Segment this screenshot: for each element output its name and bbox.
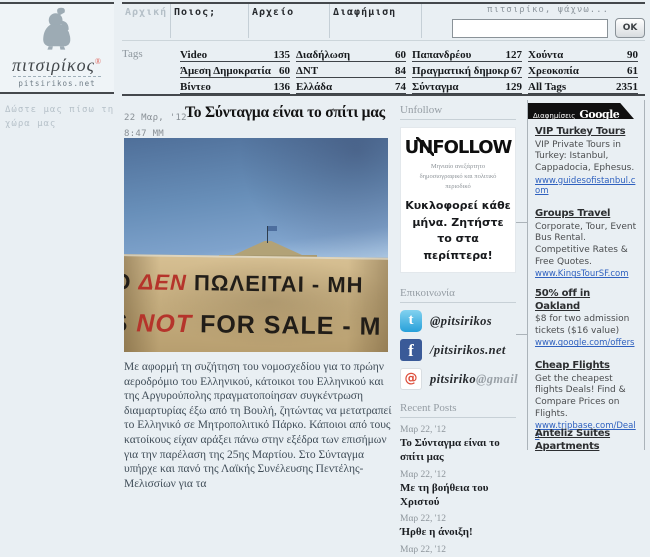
tag-greece[interactable]: Ελλάδα 74: [296, 79, 406, 94]
banner-line-greek: Ο ΔΕΝ ΠΩΛΕΙΤΑΙ - ΜΗ: [124, 268, 364, 298]
tag-protest[interactable]: Διαδήλωση 60: [296, 47, 406, 62]
recent-post-item: Μαρ 22, '12: [400, 545, 516, 555]
search-area: πιτσιρίκο, ψάχνω... OK: [452, 5, 645, 38]
unfollow-heading: Unfollow: [400, 104, 516, 120]
nav-item-archive[interactable]: Αρχείο: [249, 4, 330, 38]
post-date: 22 Μαρ, '12: [124, 113, 187, 123]
twitter-handle: @pitsirikos: [430, 313, 493, 328]
tag-imf[interactable]: ΔΝΤ 84: [296, 63, 406, 78]
unfollow-magazine-ad[interactable]: UNFOLLOW Μηνιαίο ανεξάρτητο δημοσιογραφι…: [400, 127, 516, 274]
tag-cloud: Tags Video 135 Άμεση Δημοκρατία 60 Βίντεο 1…: [122, 47, 645, 95]
tag-syntagma[interactable]: Σύνταγμα 129: [412, 79, 522, 94]
tag-direct-democracy[interactable]: Άμεση Δημοκρατία 60: [180, 63, 290, 78]
slashed-n-icon: N: [416, 137, 435, 158]
recent-post-date: Μαρ 22, '12: [400, 514, 447, 525]
site-logo[interactable]: πιτσιρίκος® pitsirikos.net: [0, 2, 114, 94]
ad-url-link[interactable]: www.guidesofistanbul.com: [535, 176, 638, 196]
post-photo: Ο ΔΕΝ ΠΩΛΕΙΤΑΙ - ΜΗ S NOT FOR SALE - Μ: [124, 138, 388, 352]
nav-item-advertising[interactable]: Διαφήμιση: [330, 4, 422, 38]
contact-email-link[interactable]: @ pitsiriko@gmail: [400, 368, 518, 391]
ad-url-link[interactable]: www.google.com/offers: [535, 338, 638, 348]
email-address: pitsiriko@gmail: [430, 371, 518, 386]
ad-title-link[interactable]: Groups Travel: [535, 208, 638, 221]
tag-all-tags[interactable]: All Tags 2351: [528, 79, 638, 94]
tag-real-democracy[interactable]: Πραγματική δημοκρατία67: [412, 63, 522, 78]
email-icon: @: [400, 368, 422, 391]
post-body: Με αφορμή τη συζήτηση του νομοσχεδίου γι…: [124, 361, 392, 490]
search-label: πιτσιρίκο, ψάχνω...: [487, 5, 609, 15]
sidebar-middle: Unfollow UNFOLLOW Μηνιαίο ανεξάρτητο δημ…: [400, 104, 518, 557]
recent-post-date: Μαρ 22, '12: [400, 425, 447, 436]
tag-papandreou[interactable]: Παπανδρέου 127: [412, 47, 522, 62]
twitter-icon: t: [400, 310, 422, 333]
site-slogan: Δώστε μας πίσω τη χώρα μας: [5, 105, 115, 129]
ad-anteliz-suites: Anteliz Suites Apartments: [535, 428, 638, 453]
main-nav: Αρχική Ποιος; Αρχείο Διαφήμιση: [122, 4, 422, 38]
search-ok-button[interactable]: OK: [615, 18, 645, 38]
ad-title-link[interactable]: 50% off in Oakland: [535, 288, 638, 313]
recent-post-link[interactable]: Ήρθε η άνοιξη!: [400, 526, 516, 540]
registered-mark: ®: [94, 57, 102, 66]
tag-column-3: Παπανδρέου127 Πραγματική δημοκρατία67 Σύ…: [412, 47, 522, 95]
nav-item-home[interactable]: Αρχική: [122, 4, 171, 38]
recent-post-link[interactable]: Με τη βοήθεια του Χριστού: [400, 482, 516, 510]
tag-bankruptcy[interactable]: Χρεοκοπία 61: [528, 63, 638, 78]
protest-banner: Ο ΔΕΝ ΠΩΛΕΙΤΑΙ - ΜΗ S NOT FOR SALE - Μ: [124, 253, 388, 352]
logo-domain: pitsirikos.net: [13, 76, 101, 88]
contact-twitter-link[interactable]: t @pitsirikos: [400, 310, 516, 333]
recent-post-item: Μαρ 22, '12 Με τη βοήθεια του Χριστού: [400, 470, 516, 510]
ad-title-link[interactable]: VIP Turkey Tours: [535, 126, 638, 139]
ad-oakland-offer: 50% off in Oakland $8 for two admission …: [535, 288, 638, 348]
ad-vip-turkey-tours: VIP Turkey Tours VIP Private Tours in Tu…: [535, 126, 638, 196]
nav-item-who[interactable]: Ποιος;: [171, 4, 249, 38]
google-logo: Google: [579, 108, 620, 121]
recent-post-date: Μαρ 22, '12: [400, 469, 447, 480]
recent-post-date: Μαρ 22, '12: [400, 545, 447, 555]
unfollow-logo: UNFOLLOW: [404, 137, 512, 158]
tag-column-2: Διαδήλωση 60 ΔΝΤ 84 Ελλάδα 74: [296, 47, 406, 95]
contact-heading: Επικοινωνία: [400, 287, 516, 304]
facebook-handle: /pitsirikos.net: [430, 342, 506, 357]
facebook-icon: f: [400, 339, 422, 362]
ad-url-link[interactable]: www.KingsTourSF.com: [535, 269, 638, 279]
page: { "logo": { "title": "πιτσιρίκος", "reg"…: [0, 0, 650, 555]
post-title[interactable]: Το Σύνταγμα είναι το σπίτι μας: [185, 104, 395, 122]
tag-column-4: Χούντα 90 Χρεοκοπία 61 All Tags 2351: [528, 47, 638, 95]
tag-vinteo[interactable]: Βίντεο 136: [180, 79, 290, 94]
ad-groups-travel: Groups Travel Corporate, Tour, Event Bus…: [535, 208, 638, 280]
contact-facebook-link[interactable]: f /pitsirikos.net: [400, 339, 516, 362]
recent-post-link[interactable]: Το Σύνταγμα είναι το σπίτι μας: [400, 437, 516, 465]
logo-wordmark: πιτσιρίκος®: [11, 55, 102, 75]
unfollow-tagline: Μηνιαίο ανεξάρτητο δημοσιογραφικό και πο…: [419, 163, 497, 190]
ad-title-link[interactable]: Cheap Flights: [535, 360, 638, 373]
tag-column-1: Video 135 Άμεση Δημοκρατία 60 Βίντεο 136: [180, 47, 290, 95]
layout-tick: [516, 222, 528, 223]
layout-tick: [516, 334, 528, 335]
recent-post-item: Μαρ 22, '12 Το Σύνταγμα είναι το σπίτι μ…: [400, 425, 516, 465]
greek-flag-icon: [267, 225, 277, 231]
search-input[interactable]: [452, 18, 608, 38]
tag-video[interactable]: Video 135: [180, 47, 290, 62]
google-ads-header[interactable]: Διαφημίσεις Google: [528, 103, 634, 119]
ad-title-link[interactable]: Anteliz Suites Apartments: [535, 428, 638, 453]
unfollow-promo: Κυκλοφορεί κάθε μήνα. Ζητήστε το στα περ…: [405, 199, 511, 262]
recent-post-item: Μαρ 22, '12 Ήρθε η άνοιξη!: [400, 514, 516, 540]
kid-silhouette-icon: [43, 7, 71, 50]
tags-label: Tags: [122, 48, 143, 60]
nav-divider: [122, 40, 645, 41]
banner-line-english: S NOT FOR SALE - Μ: [124, 308, 382, 341]
google-ads-column: Διαφημίσεις Google VIP Turkey Tours VIP …: [527, 100, 645, 453]
recent-posts-heading: Recent Posts: [400, 402, 516, 419]
tag-junta[interactable]: Χούντα 90: [528, 47, 638, 62]
